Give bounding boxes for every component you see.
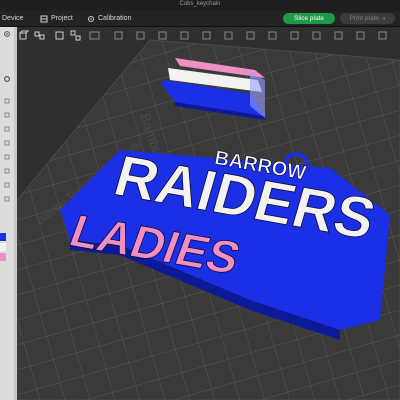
print-plate-label: Print plate — [349, 15, 379, 22]
object-icon[interactable] — [3, 125, 11, 133]
cube-grid-icon[interactable] — [34, 30, 45, 41]
seam-paint-icon[interactable] — [267, 30, 278, 41]
arrange-icon[interactable] — [70, 30, 81, 41]
assembly-icon[interactable] — [355, 30, 366, 41]
lay-on-face-icon[interactable] — [179, 30, 190, 41]
tab-calibration[interactable]: Calibration — [87, 13, 131, 24]
object-icon[interactable] — [3, 181, 11, 189]
filament-swatch-3[interactable] — [0, 253, 6, 261]
3d-viewport[interactable]: Bambu Textured PEI Plate Bambu Textured … — [17, 27, 400, 400]
object-icon[interactable] — [3, 97, 11, 105]
tab-device-label: Device — [2, 15, 24, 22]
color-paint-icon[interactable] — [289, 30, 300, 41]
object-icon[interactable] — [3, 153, 11, 161]
tab-project[interactable]: Project — [40, 13, 73, 24]
text-tool-icon[interactable] — [311, 30, 322, 41]
settings-icon[interactable] — [3, 30, 11, 38]
print-plate-button[interactable]: Print plate ▾ — [340, 13, 395, 24]
chevron-down-icon[interactable]: ▾ — [383, 16, 386, 22]
move-icon[interactable] — [113, 30, 124, 41]
cut-icon[interactable] — [201, 30, 212, 41]
scale-icon[interactable] — [157, 30, 168, 41]
measure-icon[interactable] — [333, 30, 344, 41]
tab-calibration-label: Calibration — [98, 15, 132, 22]
object-icon[interactable] — [3, 167, 11, 175]
mesh-boolean-icon[interactable] — [223, 30, 234, 41]
tab-device[interactable]: Device — [2, 13, 23, 24]
object-icon[interactable] — [3, 139, 11, 147]
add-object-icon[interactable] — [18, 30, 29, 41]
rotate-icon[interactable] — [135, 30, 146, 41]
project-icon — [40, 15, 48, 22]
build-plate-scene: Bambu Textured PEI Plate Bambu Textured … — [17, 27, 400, 400]
filament-swatch-2[interactable] — [0, 243, 6, 251]
view-options-icon[interactable] — [377, 30, 388, 41]
window-title: Cobs_keychain — [179, 1, 221, 7]
support-paint-icon[interactable] — [245, 30, 256, 41]
calibration-icon — [88, 15, 94, 22]
top-menubar: Device Project Calibration Slice plate P… — [0, 11, 400, 27]
window-titlebar: Cobs_keychain — [0, 0, 400, 11]
filament-swatch-1[interactable] — [0, 233, 6, 241]
viewport-toolbar — [17, 27, 400, 43]
object-icon[interactable] — [3, 195, 11, 203]
split-icon[interactable] — [89, 30, 100, 41]
tab-project-label: Project — [51, 15, 73, 22]
object-icon[interactable] — [3, 111, 11, 119]
slice-plate-label: Slice plate — [294, 15, 324, 22]
gear-icon[interactable] — [3, 75, 11, 83]
orient-icon[interactable] — [54, 30, 65, 41]
slice-plate-button[interactable]: Slice plate — [283, 13, 335, 24]
